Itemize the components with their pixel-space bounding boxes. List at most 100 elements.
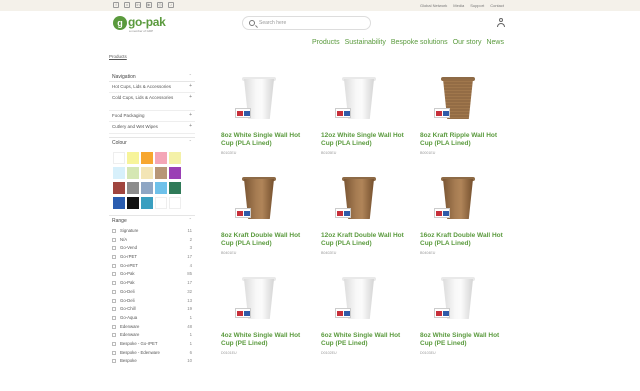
colour-swatch[interactable]: [141, 197, 153, 209]
range-option[interactable]: Go-Vend 3: [109, 244, 195, 253]
colour-swatch[interactable]: [169, 167, 181, 179]
colour-swatch[interactable]: [169, 197, 181, 209]
checkbox[interactable]: [112, 315, 116, 320]
chevron-up-icon: ⌃: [188, 217, 192, 222]
product-image[interactable]: [428, 274, 488, 326]
sidebar-item-cold-cups[interactable]: Cold Cups, Lids & Accessories +: [109, 93, 195, 111]
range-option-label: Go-Deli: [120, 297, 135, 303]
product-title[interactable]: 12oz Kraft Double Wall Hot Cup (PLA Line…: [321, 232, 405, 247]
nav-products[interactable]: Products: [312, 39, 340, 46]
search-input[interactable]: Search here: [242, 16, 371, 30]
colour-swatch[interactable]: [113, 182, 125, 194]
checkbox[interactable]: [112, 272, 116, 277]
colour-swatch[interactable]: [113, 152, 125, 164]
colour-swatch[interactable]: [127, 167, 139, 179]
account-icon[interactable]: [497, 18, 505, 27]
product-image[interactable]: [329, 274, 389, 326]
range-option[interactable]: Signature 11: [109, 227, 195, 236]
colour-swatch[interactable]: [169, 152, 181, 164]
compostable-badge-icon: [434, 208, 450, 218]
facebook-icon[interactable]: f: [113, 2, 119, 8]
range-option[interactable]: Go-rPET 17: [109, 253, 195, 262]
range-header[interactable]: Range ⌃: [109, 216, 195, 226]
product-title[interactable]: 8oz White Single Wall Hot Cup (PLA Lined…: [221, 132, 305, 147]
link-contact[interactable]: Contact: [490, 1, 504, 10]
product-image[interactable]: [329, 74, 389, 126]
range-option[interactable]: Bespoke - Edenware 6: [109, 349, 195, 358]
colour-swatch[interactable]: [155, 182, 167, 194]
checkbox[interactable]: [112, 333, 116, 338]
checkbox[interactable]: [112, 324, 116, 329]
checkbox[interactable]: [112, 289, 116, 294]
go-pak-logo[interactable]: g go-pak a member of GDP: [113, 15, 173, 35]
colour-swatch[interactable]: [113, 197, 125, 209]
range-option[interactable]: Go-Pak 17: [109, 279, 195, 288]
colour-swatch[interactable]: [141, 167, 153, 179]
checkbox[interactable]: [112, 229, 116, 233]
checkbox[interactable]: [112, 237, 116, 242]
breadcrumb[interactable]: Products: [109, 54, 127, 59]
checkbox[interactable]: [112, 350, 116, 355]
range-option[interactable]: Go-Deli 13: [109, 297, 195, 306]
checkbox[interactable]: [112, 341, 116, 346]
product-title[interactable]: 12oz White Single Wall Hot Cup (PLA Line…: [321, 132, 405, 147]
checkbox[interactable]: [112, 246, 116, 251]
checkbox[interactable]: [112, 359, 116, 364]
range-option[interactable]: Edenware 1: [109, 331, 195, 340]
tiktok-icon[interactable]: ♪: [168, 2, 174, 8]
range-option[interactable]: Go-Deli 32: [109, 288, 195, 297]
product-title[interactable]: 4oz White Single Wall Hot Cup (PE Lined): [221, 332, 305, 347]
link-global-network[interactable]: Global Network: [420, 1, 447, 10]
product-image[interactable]: [229, 74, 289, 126]
range-option[interactable]: Bespoke - Go-rPET 1: [109, 340, 195, 349]
link-support[interactable]: Support: [470, 1, 484, 10]
nav-bespoke-solutions[interactable]: Bespoke solutions: [391, 39, 448, 46]
product-image[interactable]: [329, 174, 389, 226]
range-option[interactable]: Go-Chill 19: [109, 305, 195, 314]
product-title[interactable]: 8oz Kraft Ripple Wall Hot Cup (PLA Lined…: [420, 132, 504, 147]
product-image[interactable]: [229, 274, 289, 326]
product-image[interactable]: [428, 74, 488, 126]
range-option[interactable]: Bespoke 10: [109, 357, 195, 366]
range-option[interactable]: Go-ePET 4: [109, 262, 195, 271]
colour-swatch[interactable]: [155, 167, 167, 179]
nav-sustainability[interactable]: Sustainability: [345, 39, 386, 46]
checkbox[interactable]: [112, 307, 116, 312]
product-title[interactable]: 8oz Kraft Double Wall Hot Cup (PLA Lined…: [221, 232, 305, 247]
colour-swatch[interactable]: [127, 152, 139, 164]
product-image[interactable]: [229, 174, 289, 226]
nav-news[interactable]: News: [486, 39, 504, 46]
range-option[interactable]: Go-Pak 85: [109, 270, 195, 279]
product-title[interactable]: 8oz White Single Wall Hot Cup (PE Lined): [420, 332, 504, 347]
checkbox[interactable]: [112, 255, 116, 260]
range-option[interactable]: Edenware 48: [109, 323, 195, 332]
colour-swatch[interactable]: [155, 197, 167, 209]
compostable-badge-icon: [335, 108, 351, 118]
colour-swatch[interactable]: [169, 182, 181, 194]
colour-swatch[interactable]: [113, 167, 125, 179]
sidebar-item-hot-cups[interactable]: Hot Cups, Lids & Accessories +: [109, 82, 195, 93]
colour-swatch[interactable]: [127, 182, 139, 194]
sidebar-item-cutlery[interactable]: Cutlery and Wet Wipes +: [109, 122, 195, 134]
range-option[interactable]: N/A 2: [109, 236, 195, 245]
nav-our-story[interactable]: Our story: [453, 39, 482, 46]
checkbox[interactable]: [112, 263, 116, 268]
colour-header[interactable]: Colour ⌃: [109, 138, 195, 148]
product-title[interactable]: 16oz Kraft Double Wall Hot Cup (PLA Line…: [420, 232, 504, 247]
linkedin-icon[interactable]: in: [135, 2, 141, 8]
colour-swatch[interactable]: [141, 182, 153, 194]
instagram-icon[interactable]: ◎: [157, 2, 163, 8]
x-icon[interactable]: x: [124, 2, 130, 8]
checkbox[interactable]: [112, 281, 116, 286]
navigation-header[interactable]: Navigation ⌃: [109, 72, 195, 82]
colour-swatch[interactable]: [127, 197, 139, 209]
product-image[interactable]: [428, 174, 488, 226]
link-media[interactable]: Media: [453, 1, 464, 10]
sidebar-item-food-packaging[interactable]: Food Packaging +: [109, 111, 195, 122]
product-title[interactable]: 6oz White Single Wall Hot Cup (PE Lined): [321, 332, 405, 347]
checkbox[interactable]: [112, 298, 116, 303]
youtube-icon[interactable]: ▶: [146, 2, 152, 8]
colour-swatch[interactable]: [141, 152, 153, 164]
range-option[interactable]: Go-Aqua 1: [109, 314, 195, 323]
colour-swatch[interactable]: [155, 152, 167, 164]
